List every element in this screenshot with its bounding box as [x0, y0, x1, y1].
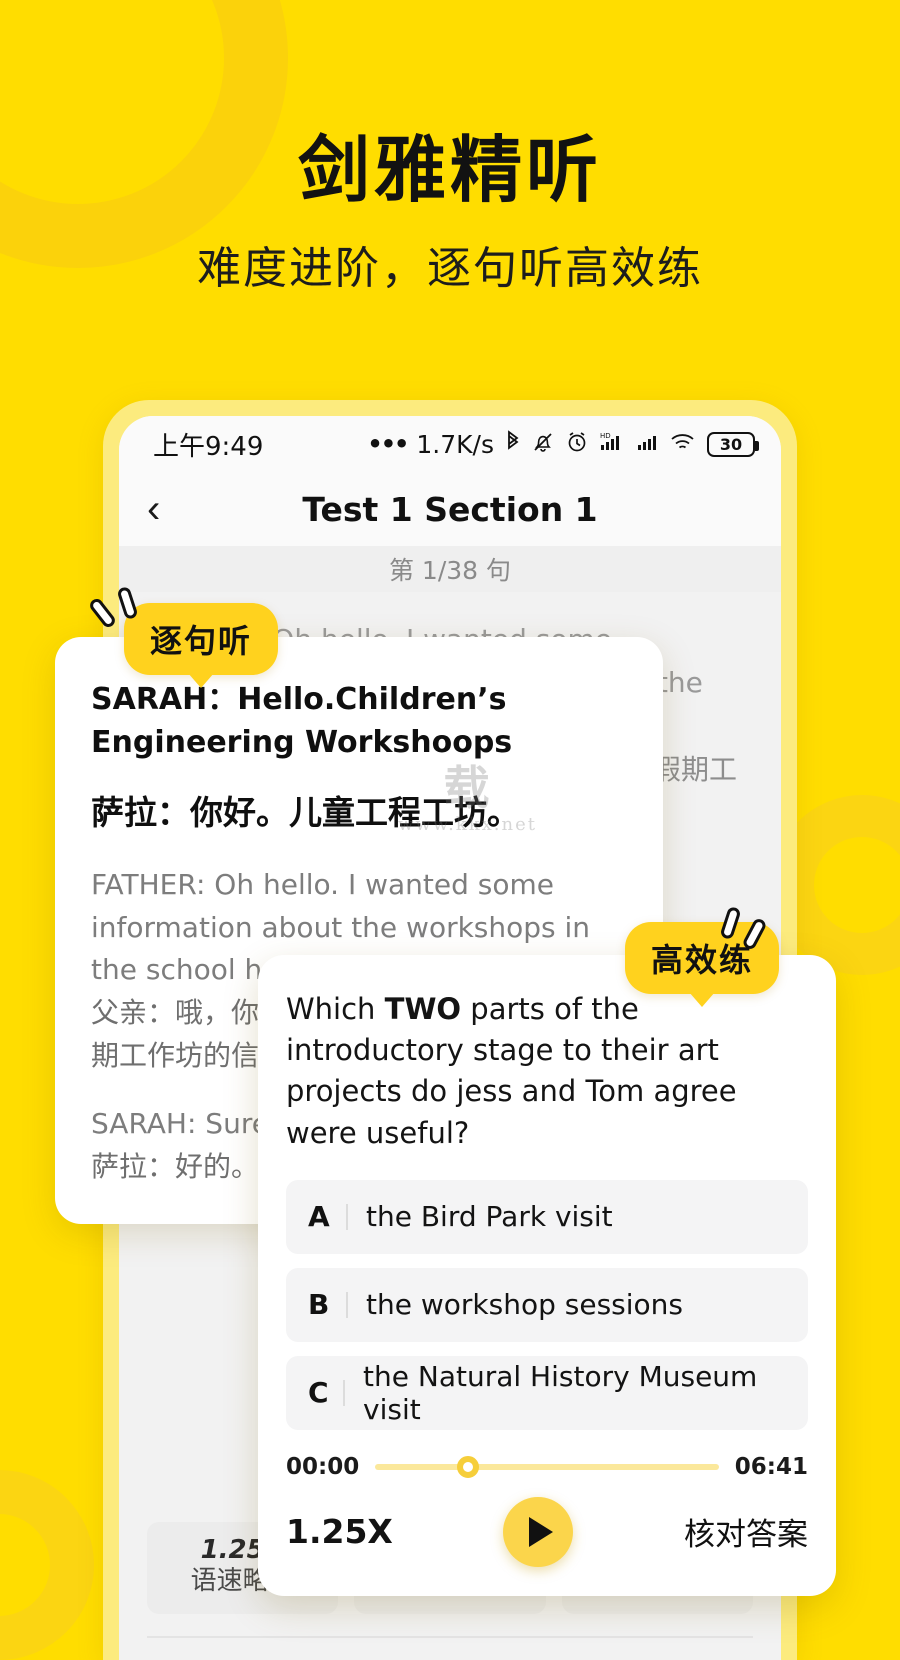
- nav-bar: ‹ Test 1 Section 1: [119, 472, 781, 546]
- page-subtitle: 难度进阶，逐句听高效练: [197, 242, 703, 294]
- option-divider: [343, 1379, 346, 1406]
- svg-text:HD: HD: [600, 432, 611, 440]
- option-a-text: the Bird Park visit: [366, 1200, 613, 1234]
- decorative-ring-bottom-left: [0, 1470, 94, 1660]
- question-text-pre: Which: [286, 992, 385, 1026]
- playback-rate-button[interactable]: 1.25X: [286, 1512, 393, 1551]
- bluetooth-icon: [505, 429, 521, 459]
- sentence-counter-bar: 第 1/38 句: [119, 546, 781, 592]
- network-dots-icon: •••: [367, 430, 409, 458]
- check-answer-button[interactable]: 核对答案: [684, 1509, 808, 1554]
- wifi-icon: [670, 430, 696, 459]
- question-text-emphasis: TWO: [384, 992, 462, 1026]
- alarm-clock-icon: [565, 430, 589, 459]
- option-b-text: the workshop sessions: [366, 1288, 683, 1322]
- option-divider: [346, 1291, 348, 1318]
- option-divider: [346, 1203, 348, 1230]
- hd-signal-icon: HD: [600, 430, 626, 459]
- nav-title: Test 1 Section 1: [302, 489, 598, 529]
- option-a-letter: A: [308, 1200, 330, 1234]
- mute-bell-icon: [532, 430, 554, 459]
- transcript-card-en-line: SARAH：Hello.Children’s Engineering Works…: [91, 682, 513, 760]
- progress-slider[interactable]: [375, 1455, 719, 1478]
- cellular-signal-icon: [637, 430, 659, 459]
- spark-marks-left-icon: [87, 585, 152, 630]
- status-icons: ••• 1.7K/s HD 30: [367, 429, 759, 459]
- option-a[interactable]: A the Bird Park visit: [286, 1179, 808, 1254]
- hero-section: 剑雅精听 难度进阶，逐句听高效练: [0, 128, 900, 296]
- toolbar-divider: [147, 1636, 753, 1638]
- battery-icon: 30: [707, 431, 759, 457]
- spark-marks-right-icon: [719, 905, 778, 952]
- progress-knob[interactable]: [456, 1455, 479, 1478]
- options-list: A the Bird Park visit B the workshop ses…: [286, 1179, 808, 1430]
- play-button[interactable]: [503, 1496, 574, 1567]
- quiz-card: Which TWO parts of the introductory stag…: [258, 955, 836, 1596]
- option-c[interactable]: C the Natural History Museum visit: [286, 1355, 808, 1430]
- transcript-card-cn-line: 萨拉：你好。儿童工程工坊。: [91, 793, 520, 833]
- battery-level-label: 30: [719, 434, 743, 454]
- network-speed-label: 1.7K/s: [416, 429, 494, 459]
- page-title: 剑雅精听: [297, 128, 602, 212]
- status-bar: 上午9:49 ••• 1.7K/s HD 30: [119, 416, 781, 472]
- option-c-text: the Natural History Museum visit: [363, 1359, 758, 1426]
- progress-row: 00:00 06:41: [286, 1454, 808, 1480]
- control-row: 1.25X 核对答案: [286, 1494, 808, 1570]
- audio-player: 00:00 06:41 1.25X 核对答案: [286, 1454, 808, 1570]
- status-time: 上午9:49: [153, 431, 264, 462]
- current-time-label: 00:00: [286, 1453, 360, 1480]
- option-b[interactable]: B the workshop sessions: [286, 1267, 808, 1342]
- option-c-letter: C: [308, 1376, 329, 1410]
- play-icon: [529, 1516, 554, 1547]
- option-b-letter: B: [308, 1288, 330, 1322]
- question-text: Which TWO parts of the introductory stag…: [286, 989, 808, 1154]
- sentence-counter-label: 第 1/38 句: [388, 556, 512, 585]
- total-time-label: 06:41: [734, 1453, 808, 1480]
